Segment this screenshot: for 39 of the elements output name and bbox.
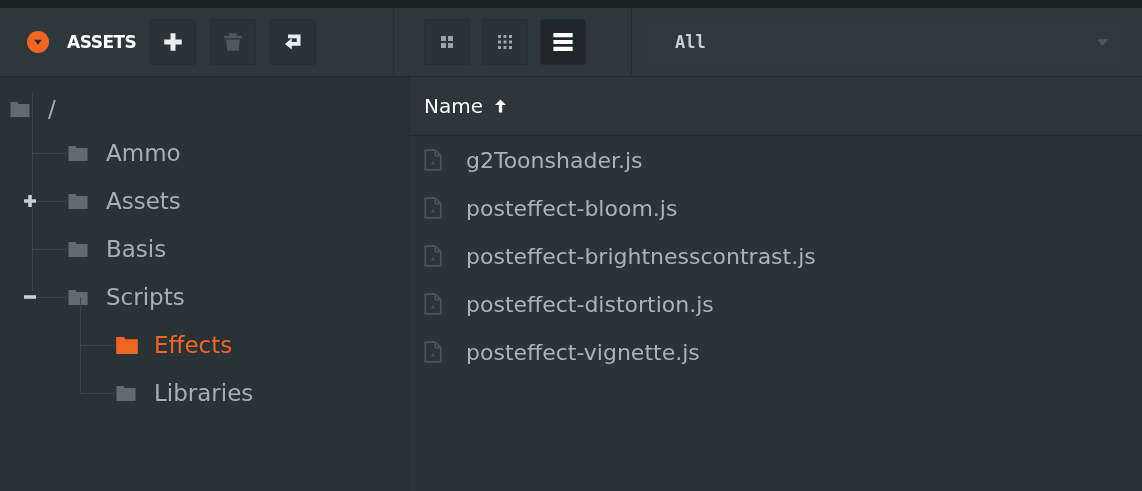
folder-icon (10, 101, 30, 117)
file-name[interactable]: posteffect-brightnesscontrast.js (466, 243, 816, 269)
file-icon (424, 149, 442, 171)
file-name[interactable]: posteffect-distortion.js (466, 291, 714, 317)
tree-item[interactable]: Libraries (154, 380, 254, 406)
file-name[interactable]: posteffect-bloom.js (466, 195, 678, 221)
add-button[interactable] (150, 19, 197, 65)
file-icon (424, 293, 442, 315)
collapse-icon[interactable] (27, 31, 49, 53)
name-column-header[interactable]: Name (424, 94, 506, 118)
file-name[interactable]: g2Toonshader.js (466, 147, 643, 173)
large-grid-icon (439, 34, 455, 50)
folder-icon (68, 289, 88, 305)
large-grid-view-button[interactable] (424, 19, 470, 65)
folder-icon (68, 145, 88, 161)
trash-icon (223, 32, 244, 52)
file-icon (424, 197, 442, 219)
small-grid-view-button[interactable] (482, 19, 528, 65)
tree-item[interactable]: Assets (106, 188, 181, 214)
tree-item[interactable]: / (48, 96, 56, 122)
caret-icon (1097, 38, 1108, 46)
tree-item[interactable]: Basis (106, 236, 167, 262)
plus-icon (163, 32, 184, 52)
folder-icon (116, 385, 136, 401)
folder-icon (116, 336, 138, 354)
folder-icon (68, 193, 88, 209)
return-arrow-icon (283, 32, 304, 52)
return-button[interactable] (270, 19, 317, 65)
small-grid-icon (497, 34, 513, 50)
tree-item[interactable]: Effects (154, 332, 233, 358)
folder-icon (68, 241, 88, 257)
list-icon (552, 31, 574, 53)
panel-title: ASSETS (67, 32, 137, 52)
tree-item[interactable]: Scripts (106, 284, 185, 310)
tree-item[interactable]: Ammo (106, 140, 181, 166)
file-name[interactable]: posteffect-vignette.js (466, 339, 700, 365)
file-icon (424, 341, 442, 363)
list-view-button[interactable] (540, 19, 586, 65)
file-icon (424, 245, 442, 267)
